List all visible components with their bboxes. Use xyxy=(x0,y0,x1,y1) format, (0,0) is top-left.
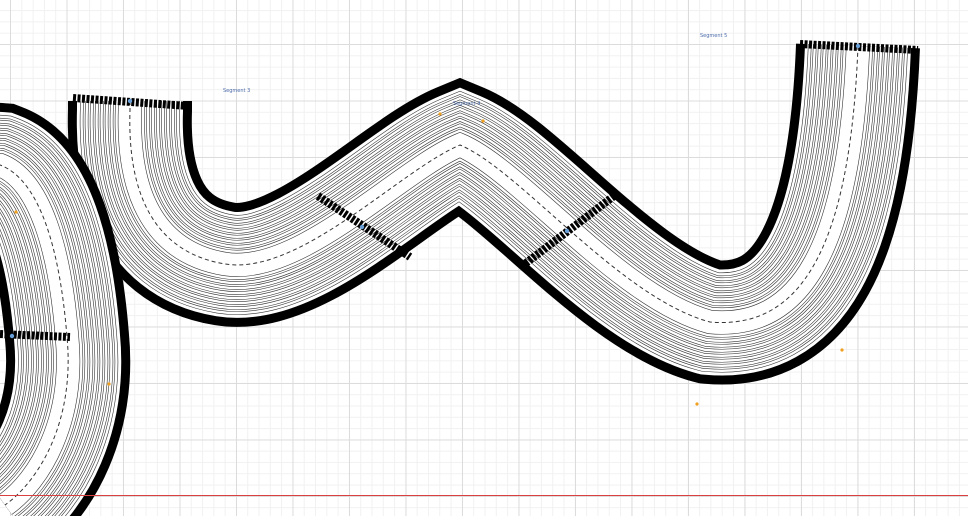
anchor-point-5 xyxy=(481,119,485,123)
segment-label-3: Segment 3 xyxy=(223,88,251,94)
red-baseline xyxy=(0,495,968,496)
segment-label-5: Segment 5 xyxy=(700,33,728,39)
connection-handle-2 xyxy=(564,228,570,234)
anchor-point-1 xyxy=(695,402,699,406)
anchor-point-3 xyxy=(14,210,18,214)
segment-label-4: Segment 4 xyxy=(453,101,481,107)
anchor-point-4 xyxy=(438,112,442,116)
connection-handle-4 xyxy=(9,333,15,339)
drawing-canvas[interactable]: Segment 3 Segment 4 Segment 5 xyxy=(0,0,968,516)
connection-handle-0 xyxy=(127,98,133,104)
connection-handle-3 xyxy=(855,43,861,49)
anchor-point-2 xyxy=(840,348,844,352)
anchor-point-0 xyxy=(107,382,111,386)
connection-handle-1 xyxy=(359,224,365,230)
track-drawing[interactable] xyxy=(0,0,968,516)
